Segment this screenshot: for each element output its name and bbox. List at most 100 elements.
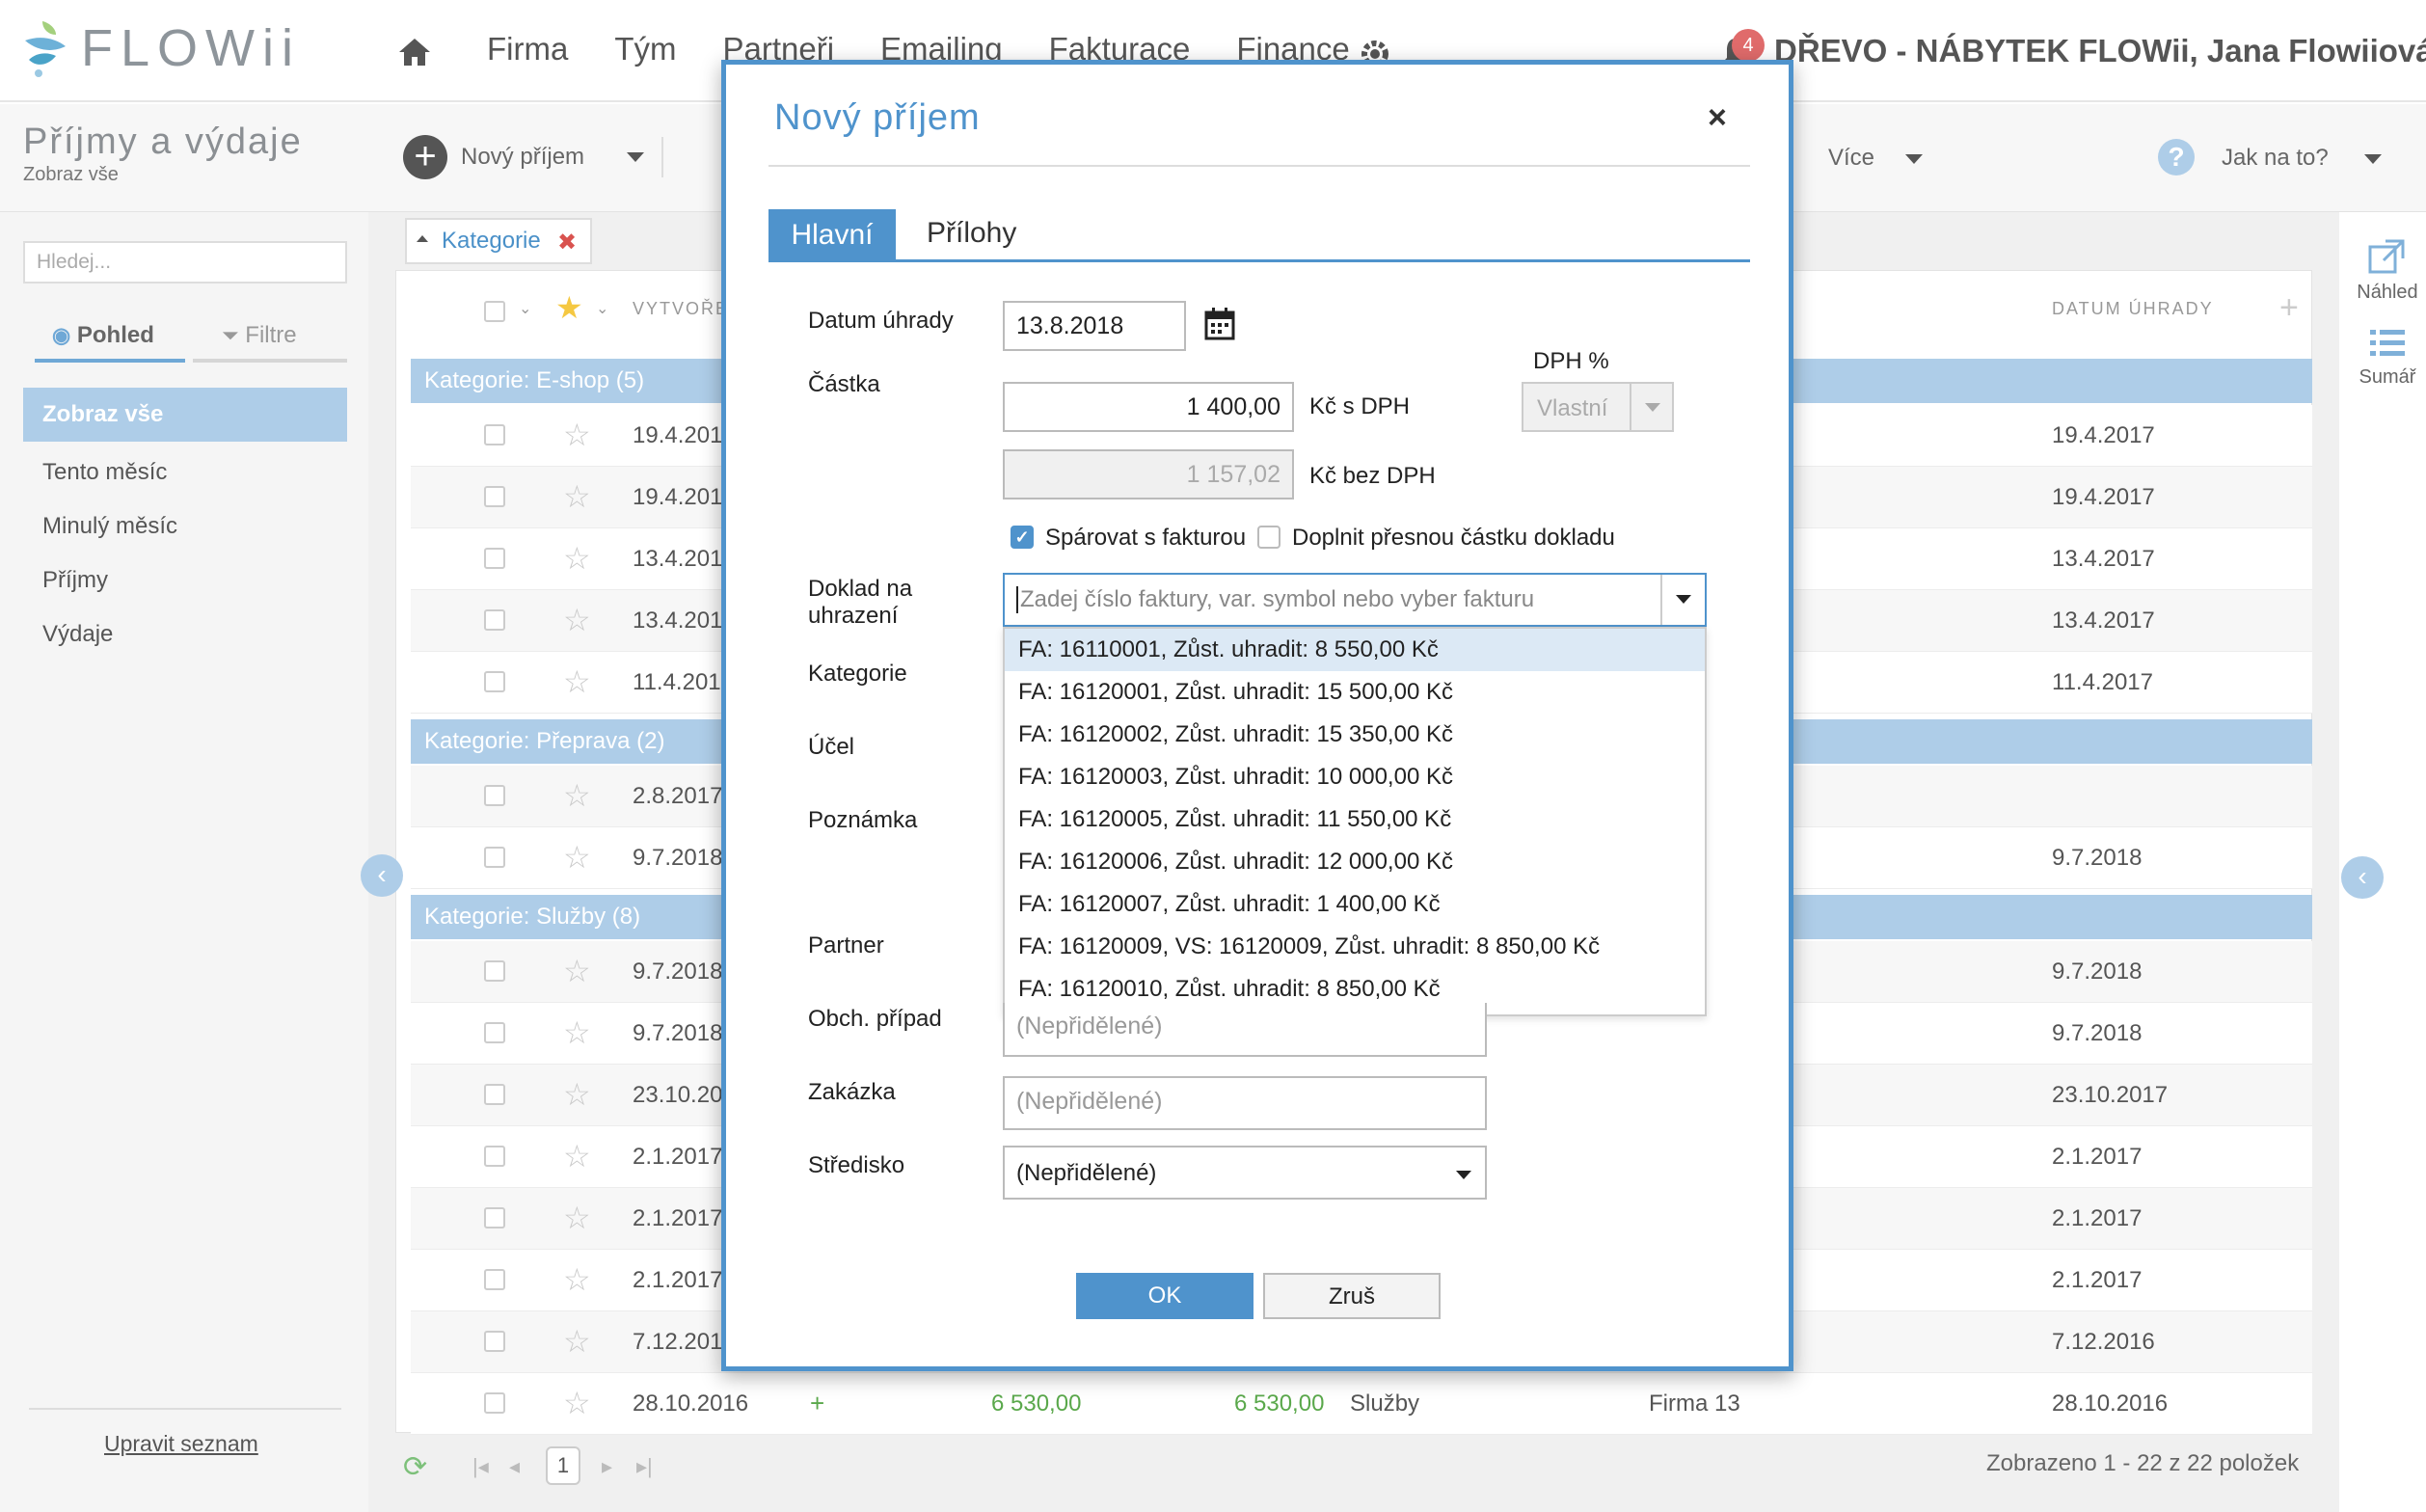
howto-button[interactable]: Jak na to?	[2222, 145, 2329, 172]
chevron-down-icon[interactable]	[1905, 154, 1923, 164]
edit-list-link[interactable]: Upravit seznam	[104, 1431, 258, 1457]
ok-button[interactable]: OK	[1076, 1273, 1253, 1319]
star-icon[interactable]: ☆	[563, 1261, 591, 1298]
label-partner: Partner	[808, 932, 884, 958]
invoice-option[interactable]: FA: 16120002, Zůst. uhradit: 15 350,00 K…	[1005, 714, 1705, 756]
row-checkbox[interactable]	[484, 671, 505, 692]
tab-view[interactable]: ◉ Pohled	[52, 322, 154, 349]
row-checkbox[interactable]	[484, 1269, 505, 1290]
row-checkbox[interactable]	[484, 1331, 505, 1352]
collapse-left-icon[interactable]: ‹	[361, 854, 403, 897]
center-select[interactable]: (Nepřidělené)	[1003, 1146, 1487, 1200]
pair-with-invoice-label[interactable]: Spárovat s fakturou	[1045, 525, 1246, 552]
tab-attachments[interactable]: Přílohy	[927, 217, 1016, 250]
row-checkbox[interactable]	[484, 1207, 505, 1228]
new-income-dropdown-icon[interactable]	[627, 152, 644, 162]
star-icon[interactable]: ☆	[563, 1323, 591, 1360]
prev-page-icon[interactable]: ◂	[509, 1454, 520, 1479]
star-icon[interactable]: ☆	[563, 839, 591, 876]
next-page-icon[interactable]: ▸	[602, 1454, 612, 1479]
last-page-icon[interactable]: ▸|	[636, 1454, 653, 1479]
cell-amount: 6 530,00	[1234, 1390, 1325, 1417]
invoice-option[interactable]: FA: 16110001, Zůst. uhradit: 8 550,00 Kč	[1005, 629, 1705, 671]
amount-with-vat-field[interactable]: 1 400,00	[1003, 382, 1294, 432]
add-column-icon[interactable]: +	[2279, 289, 2299, 327]
cancel-button[interactable]: Zruš	[1263, 1273, 1441, 1319]
tab-main[interactable]: Hlavní	[768, 209, 896, 261]
sidebar-item-this-month[interactable]: Tento měsíc	[23, 446, 347, 500]
select-all-checkbox[interactable]	[484, 301, 505, 322]
row-checkbox[interactable]	[484, 785, 505, 806]
sidebar-item-expenses[interactable]: Výdaje	[23, 608, 347, 662]
invoice-option[interactable]: FA: 16120003, Zůst. uhradit: 10 000,00 K…	[1005, 756, 1705, 798]
star-icon[interactable]: ☆	[563, 602, 591, 638]
search-input[interactable]: Hledej...	[23, 241, 347, 284]
star-icon[interactable]: ☆	[563, 1200, 591, 1236]
star-icon[interactable]: ☆	[563, 1385, 591, 1421]
more-button[interactable]: Více	[1828, 145, 1874, 172]
star-icon[interactable]: ☆	[563, 1014, 591, 1051]
chevron-down-icon[interactable]: ⌄	[519, 299, 531, 318]
row-checkbox[interactable]	[484, 960, 505, 982]
table-row[interactable]: ☆ 28.10.2016 28.10.2016 +6 530,00 6 530,00 Sl…	[411, 1373, 2312, 1435]
invoice-dropdown-button[interactable]	[1660, 575, 1705, 625]
star-icon[interactable]: ☆	[563, 1138, 591, 1174]
row-checkbox[interactable]	[484, 1146, 505, 1167]
flowii-logo[interactable]: FLOWii	[21, 17, 301, 79]
chevron-down-icon[interactable]	[2364, 154, 2382, 164]
row-checkbox[interactable]	[484, 1084, 505, 1105]
fill-exact-amount-label[interactable]: Doplnit přesnou částku dokladu	[1292, 525, 1615, 552]
nav-firma[interactable]: Firma	[487, 31, 568, 68]
row-checkbox[interactable]	[484, 424, 505, 446]
calendar-icon[interactable]	[1203, 307, 1236, 341]
row-checkbox[interactable]	[484, 609, 505, 631]
star-icon[interactable]: ☆	[563, 663, 591, 700]
invoice-option[interactable]: FA: 16120006, Zůst. uhradit: 12 000,00 K…	[1005, 841, 1705, 883]
star-icon[interactable]: ☆	[563, 777, 591, 814]
close-icon[interactable]: ×	[1708, 99, 1727, 137]
row-checkbox[interactable]	[484, 847, 505, 868]
star-icon[interactable]: ★	[555, 289, 583, 326]
first-page-icon[interactable]: |◂	[472, 1454, 489, 1479]
nav-tym[interactable]: Tým	[614, 31, 676, 68]
home-icon[interactable]	[397, 37, 432, 68]
tab-filters[interactable]: ⏷ Filtre	[222, 322, 297, 349]
order-field[interactable]: (Nepřidělené)	[1003, 1076, 1487, 1130]
refresh-icon[interactable]: ⟳	[403, 1450, 427, 1484]
row-checkbox[interactable]	[484, 1392, 505, 1414]
sidebar-item-last-month[interactable]: Minulý měsíc	[23, 500, 347, 554]
collapse-right-icon[interactable]: ‹	[2341, 856, 2384, 899]
filter-chip-label: Kategorie	[442, 228, 541, 254]
pair-with-invoice-checkbox[interactable]: ✓	[1011, 526, 1034, 549]
summary-button[interactable]: Sumář	[2349, 326, 2426, 389]
star-icon[interactable]: ☆	[563, 1076, 591, 1113]
sidebar-item-show-all[interactable]: Zobraz vše	[23, 388, 347, 442]
business-case-field[interactable]: (Nepřidělené)	[1003, 1003, 1487, 1057]
row-checkbox[interactable]	[484, 1022, 505, 1043]
star-icon[interactable]: ☆	[563, 953, 591, 989]
new-income-button[interactable]: + Nový příjem	[403, 135, 584, 179]
star-icon[interactable]: ☆	[563, 478, 591, 515]
col-created[interactable]: VYTVOŘE	[633, 299, 729, 319]
remove-filter-icon[interactable]: ✖	[557, 229, 577, 256]
col-due-date[interactable]: DATUM ÚHRADY	[2052, 299, 2214, 319]
label-doc-line2: uhrazení	[808, 603, 899, 629]
invoice-option[interactable]: FA: 16120007, Zůst. uhradit: 1 400,00 Kč	[1005, 883, 1705, 926]
company-user-name[interactable]: DŘEVO - NÁBYTEK FLOWii, Jana Flowiiová	[1774, 33, 2426, 69]
invoice-option[interactable]: FA: 16120009, VS: 16120009, Zůst. uhradi…	[1005, 926, 1705, 968]
star-icon[interactable]: ☆	[563, 540, 591, 577]
sidebar-item-income[interactable]: Příjmy	[23, 554, 347, 608]
payment-date-field[interactable]: 13.8.2018	[1003, 301, 1186, 351]
star-icon[interactable]: ☆	[563, 417, 591, 453]
row-checkbox[interactable]	[484, 486, 505, 507]
invoice-search-input[interactable]: Zadej číslo faktury, var. symbol nebo vy…	[1003, 573, 1707, 627]
eye-icon: ◉	[52, 323, 71, 347]
chevron-down-icon[interactable]: ⌄	[596, 299, 608, 318]
fill-exact-amount-checkbox[interactable]	[1257, 526, 1280, 549]
invoice-option[interactable]: FA: 16120001, Zůst. uhradit: 15 500,00 K…	[1005, 671, 1705, 714]
help-icon[interactable]: ?	[2158, 139, 2195, 176]
invoice-option[interactable]: FA: 16120005, Zůst. uhradit: 11 550,00 K…	[1005, 798, 1705, 841]
preview-button[interactable]: Náhled	[2349, 237, 2426, 304]
row-checkbox[interactable]	[484, 548, 505, 569]
page-number[interactable]: 1	[546, 1446, 580, 1485]
